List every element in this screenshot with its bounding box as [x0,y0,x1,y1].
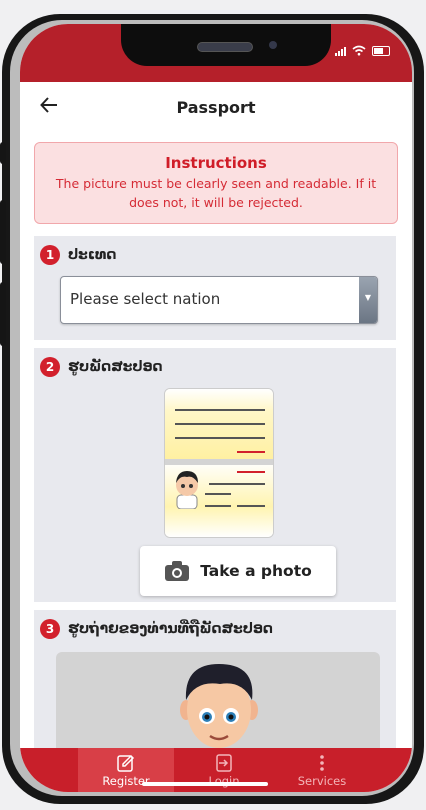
nation-select[interactable]: Please select nation ▼ [60,276,378,324]
camera-icon [165,561,190,581]
take-photo-label: Take a photo [200,562,312,580]
battery-icon [372,46,390,56]
section-nation: 1 ປະເທດ Please select nation ▼ [34,236,396,340]
camera-dot [269,41,277,49]
section-passport-photo: 2 ຮູບພັດສະປອດ Take a photo [34,348,396,602]
tab-services[interactable]: Services [274,748,370,792]
speaker [197,42,253,52]
section-label: ຮູບຖ່າຍຂອງທ່ານທີ່ຖືພັດສະປອດ [68,621,273,637]
status-bar [20,24,412,82]
signal-icon [335,47,346,56]
step-number: 1 [40,245,60,265]
passport-sample-image [164,388,274,538]
section-header: 2 ຮູບພັດສະປອດ [40,357,163,377]
edit-icon [117,754,135,772]
section-selfie: 3 ຮູບຖ່າຍຂອງທ່ານທີ່ຖືພັດສະປອດ [34,610,396,748]
home-indicator [142,782,268,786]
side-button [0,142,6,164]
section-header: 3 ຮູບຖ່າຍຂອງທ່ານທີ່ຖືພັດສະປອດ [40,619,273,639]
avatar-icon [176,471,198,509]
section-header: 1 ປະເທດ [40,245,116,265]
form-content[interactable]: Instructions The picture must be clearly… [20,138,412,748]
side-button [0,200,6,264]
tab-label: Services [297,774,347,788]
instructions-text: The picture must be clearly seen and rea… [55,176,377,210]
take-photo-button[interactable]: Take a photo [140,546,336,596]
dropdown-arrow-icon: ▼ [359,277,377,323]
step-number: 3 [40,619,60,639]
selfie-sample-image [56,652,380,748]
wifi-icon [352,45,366,56]
person-illustration [180,664,258,748]
more-vertical-icon [320,755,324,771]
phone-frame: Passport Instructions The picture must b… [2,14,424,804]
select-value: Please select nation [70,290,221,308]
section-label: ປະເທດ [68,247,117,263]
section-label: ຮູບພັດສະປອດ [68,359,163,375]
instructions-box: Instructions The picture must be clearly… [34,142,398,224]
phone-bezel: Passport Instructions The picture must b… [10,20,414,796]
side-button [0,282,6,346]
status-icons [335,45,390,56]
screen: Passport Instructions The picture must b… [20,24,412,792]
notch [121,24,331,66]
instructions-title: Instructions [165,154,267,172]
step-number: 2 [40,357,60,377]
app-header: Passport [20,82,412,138]
login-icon [216,754,232,772]
page-title: Passport [176,98,256,117]
